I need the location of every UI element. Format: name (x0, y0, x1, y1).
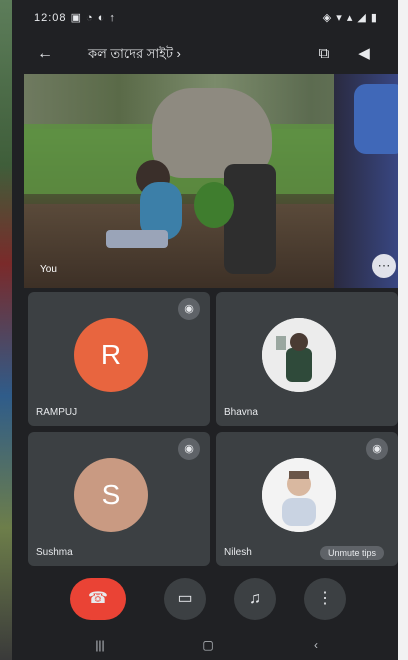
meeting-top-bar: ← কল তাদের সাইট › ⧉ ◀ (12, 34, 398, 74)
mic-off-icon: ◉ (178, 438, 200, 460)
avatar: R (74, 318, 148, 392)
avatar (262, 318, 336, 392)
nav-recents-icon[interactable]: ||| (90, 636, 110, 654)
camera-toggle-button[interactable]: ▭ (164, 578, 206, 620)
participant-name: Sushma (36, 547, 73, 558)
status-time: 12:08 ▣ ◔ ◐ ↑ (34, 12, 116, 24)
speaker-icon[interactable]: ◀ (352, 43, 376, 65)
participant-tile[interactable]: Bhavna (216, 292, 398, 426)
mic-off-icon: ◉ (366, 438, 388, 460)
participant-name: Bhavna (224, 407, 258, 418)
profile-photo-icon (262, 318, 336, 392)
avatar: S (74, 458, 148, 532)
phone-screen: 12:08 ▣ ◔ ◐ ↑ ◈ ▾ ▴ ◢ ▮ ← কল তাদের সাইট … (12, 0, 398, 660)
more-options-button[interactable]: ⋮ (304, 578, 346, 620)
background-right-strip (398, 0, 408, 660)
main-video-name: You (40, 264, 57, 275)
main-video-feed[interactable]: You ⋯ (24, 74, 398, 288)
status-bar: 12:08 ▣ ◔ ◐ ↑ ◈ ▾ ▴ ◢ ▮ (12, 0, 398, 34)
more-options-icon[interactable]: ⋯ (372, 254, 396, 278)
nav-back-icon[interactable]: ‹ (306, 636, 326, 654)
system-nav-bar: ||| ▢ ‹ (12, 630, 398, 660)
participant-tile[interactable]: ◉ Nilesh Unmute tips (216, 432, 398, 566)
meeting-title[interactable]: কল তাদের সাইট › (88, 45, 181, 66)
background-left-strip (0, 0, 12, 660)
mic-off-icon: ◉ (178, 298, 200, 320)
end-call-button[interactable]: ☎ (70, 578, 126, 620)
participant-tile[interactable]: ◉ S Sushma (28, 432, 210, 566)
participant-name: RAMPUJ (36, 407, 78, 418)
nav-home-icon[interactable]: ▢ (198, 636, 218, 654)
participant-name: Nilesh (224, 547, 252, 558)
call-controls: ☎ ▭ ♫ ⋮ (12, 566, 398, 630)
status-icons: ◈ ▾ ▴ ◢ ▮ (322, 12, 378, 24)
mic-toggle-button[interactable]: ♫ (234, 578, 276, 620)
unmute-tip-chip[interactable]: Unmute tips (319, 546, 384, 560)
back-arrow-icon[interactable]: ← (34, 43, 56, 65)
profile-photo-icon (262, 458, 336, 532)
avatar (262, 458, 336, 532)
switch-camera-icon[interactable]: ⧉ (312, 43, 336, 65)
participant-tile[interactable]: ◉ R RAMPUJ (28, 292, 210, 426)
